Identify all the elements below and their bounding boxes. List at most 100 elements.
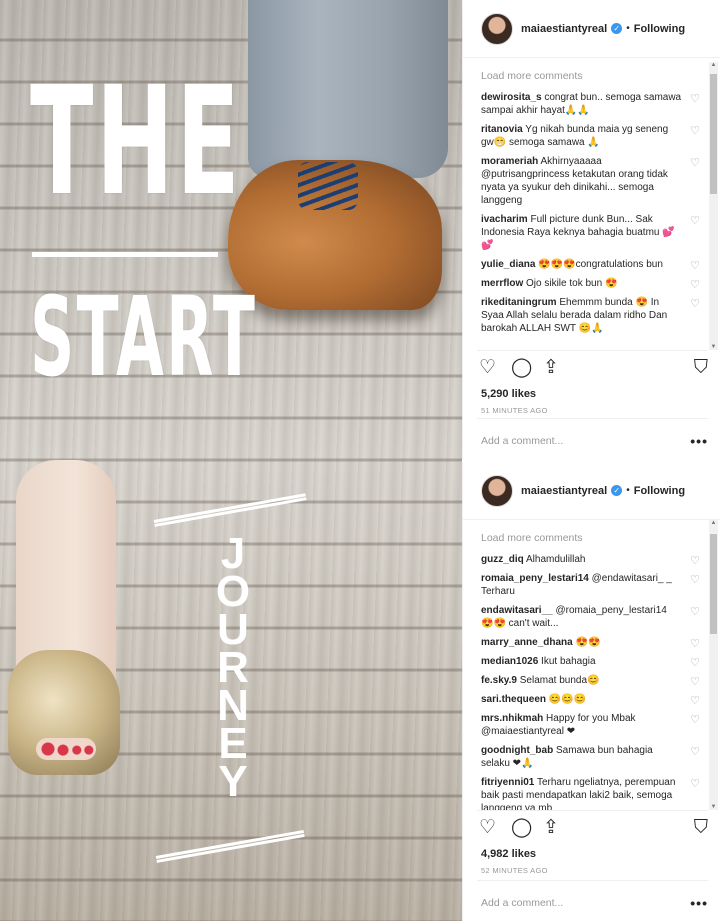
post-timestamp[interactable]: 52 MINUTES AGO	[463, 866, 720, 875]
comment-user[interactable]: romaia_peny_lestari14	[481, 573, 589, 584]
comment-user[interactable]: sari.thequeen	[481, 694, 546, 705]
username[interactable]: maiaestiantyreal	[521, 23, 607, 35]
comment-item: goodnight_bab Samawa bun bahagia selaku …	[481, 744, 700, 770]
comment-user[interactable]: morameriah	[481, 156, 538, 167]
comment-text: Alhamdulillah	[526, 554, 586, 565]
comment-like-icon[interactable]: ♡	[690, 260, 700, 273]
photo-text-start: START	[30, 273, 258, 401]
verified-icon: ✓	[611, 23, 623, 34]
comment-like-icon[interactable]: ♡	[690, 676, 700, 689]
post-header: maiaestiantyreal ✓ • Following	[463, 462, 720, 520]
more-options-icon[interactable]: •••	[690, 895, 708, 911]
comment-item: morameriah Akhirnyaaaaa @putrisangprince…	[481, 155, 700, 207]
comment-user[interactable]: ivacharim	[481, 214, 528, 225]
comment-item: median1026 Ikut bahagia ♡	[481, 655, 700, 669]
load-more-comments-link[interactable]: Load more comments	[481, 532, 696, 544]
comment-like-icon[interactable]: ♡	[690, 574, 700, 587]
comment-item: guzz_diq Alhamdulillah ♡	[481, 553, 700, 567]
comment-item: romaia_peny_lestari14 @endawitasari_ _ T…	[481, 572, 700, 598]
comment-user[interactable]: median1026	[481, 656, 538, 667]
like-heart-icon[interactable]: ♡	[479, 358, 496, 378]
comment-like-icon[interactable]: ♡	[690, 746, 700, 759]
comment-list[interactable]: Load more comments dewirosita_s congrat …	[463, 58, 720, 350]
comment-icon[interactable]: ◯	[511, 818, 532, 838]
comments-scrollbar[interactable]: ▲ ▼	[709, 62, 718, 350]
scroll-thumb[interactable]	[710, 74, 717, 194]
comment-like-icon[interactable]: ♡	[690, 778, 700, 791]
comment-user[interactable]: merrflow	[481, 278, 523, 289]
comment-item: endawitasari__ @romaia_peny_lestari14 😍😍…	[481, 604, 700, 630]
comment-like-icon[interactable]: ♡	[690, 657, 700, 670]
comment-icon[interactable]: ◯	[511, 358, 532, 378]
comment-like-icon[interactable]: ♡	[690, 555, 700, 568]
comment-text: 😍😍😍congratulations bun	[538, 259, 663, 270]
following-button[interactable]: Following	[634, 485, 685, 497]
load-more-comments-link[interactable]: Load more comments	[481, 70, 696, 82]
like-heart-icon[interactable]: ♡	[479, 818, 496, 838]
comment-text: Selamat bunda😊	[519, 675, 600, 686]
comment-user[interactable]: yulie_diana	[481, 259, 535, 270]
post-photo[interactable]: THE START J O U R N E Y	[0, 0, 462, 921]
share-icon[interactable]: ⇪	[543, 818, 559, 838]
red-toes-graphic	[36, 738, 96, 760]
comment-user[interactable]: ritanovia	[481, 124, 523, 135]
comments-scrollbar[interactable]: ▲ ▼	[709, 520, 718, 810]
trousers-graphic	[248, 0, 448, 178]
separator-dot: •	[626, 23, 630, 34]
comment-like-icon[interactable]: ♡	[690, 157, 700, 170]
comment-text: Ikut bahagia	[541, 656, 596, 667]
comment-user[interactable]: fitriyenni01	[481, 777, 534, 788]
comment-like-icon[interactable]: ♡	[690, 279, 700, 292]
comment-user[interactable]: fe.sky.9	[481, 675, 517, 686]
comment-like-icon[interactable]: ♡	[690, 298, 700, 311]
comment-text: Ojo sikile tok bun 😍	[526, 278, 618, 289]
comment-user[interactable]: marry_anne_dhana	[481, 637, 573, 648]
following-button[interactable]: Following	[634, 23, 685, 35]
avatar[interactable]	[481, 474, 513, 507]
action-bar: ♡ ◯ ⇪ ⛉	[477, 810, 708, 846]
add-comment-input[interactable]: Add a comment...	[477, 897, 563, 909]
comment-user[interactable]: guzz_diq	[481, 554, 524, 565]
comment-user[interactable]: goodnight_bab	[481, 745, 553, 756]
comment-like-icon[interactable]: ♡	[690, 93, 700, 106]
comment-user[interactable]: mrs.nhikmah	[481, 713, 543, 724]
photo-diagonal-rule-bottom	[155, 829, 304, 859]
likes-count[interactable]: 4,982 likes	[463, 848, 720, 860]
comment-item: ritanovia Yg nikah bunda maia yg seneng …	[481, 123, 700, 149]
comment-like-icon[interactable]: ♡	[690, 606, 700, 619]
comment-text: 😊😊😊	[548, 694, 587, 705]
scroll-thumb[interactable]	[710, 534, 717, 634]
photo-diagonal-rule-top	[153, 493, 306, 523]
comment-item: ivacharim Full picture dunk Bun... Sak I…	[481, 213, 700, 252]
comment-item: fe.sky.9 Selamat bunda😊 ♡	[481, 674, 700, 688]
likes-count[interactable]: 5,290 likes	[463, 388, 720, 400]
scroll-up-icon[interactable]: ▲	[709, 520, 718, 526]
bookmark-icon[interactable]: ⛉	[694, 358, 708, 378]
comment-like-icon[interactable]: ♡	[690, 714, 700, 727]
comment-user[interactable]: endawitasari__	[481, 605, 553, 616]
username[interactable]: maiaestiantyreal	[521, 485, 607, 497]
comment-like-icon[interactable]: ♡	[690, 125, 700, 138]
scroll-down-icon[interactable]: ▼	[709, 344, 718, 350]
share-icon[interactable]: ⇪	[543, 358, 559, 378]
shoe-laces-graphic	[298, 162, 358, 210]
bookmark-icon[interactable]: ⛉	[694, 818, 708, 838]
post-timestamp[interactable]: 51 MINUTES AGO	[463, 406, 720, 415]
comment-item: sari.thequeen 😊😊😊 ♡	[481, 693, 700, 707]
comment-list[interactable]: Load more comments guzz_diq Alhamdulilla…	[463, 520, 720, 810]
add-comment-bar: Add a comment... •••	[477, 418, 708, 462]
comment-like-icon[interactable]: ♡	[690, 215, 700, 228]
scroll-up-icon[interactable]: ▲	[709, 62, 718, 68]
comment-like-icon[interactable]: ♡	[690, 695, 700, 708]
post-panel-2: maiaestiantyreal ✓ • Following Load more…	[462, 462, 720, 921]
avatar[interactable]	[481, 12, 513, 45]
comment-user[interactable]: dewirosita_s	[481, 92, 542, 103]
comment-item: merrflow Ojo sikile tok bun 😍 ♡	[481, 277, 700, 291]
separator-dot: •	[626, 485, 630, 496]
more-options-icon[interactable]: •••	[690, 433, 708, 449]
scroll-down-icon[interactable]: ▼	[709, 804, 718, 810]
comment-user[interactable]: rikeditaningrum	[481, 297, 557, 308]
add-comment-input[interactable]: Add a comment...	[477, 435, 563, 447]
photo-divider	[32, 252, 218, 257]
comment-like-icon[interactable]: ♡	[690, 638, 700, 651]
